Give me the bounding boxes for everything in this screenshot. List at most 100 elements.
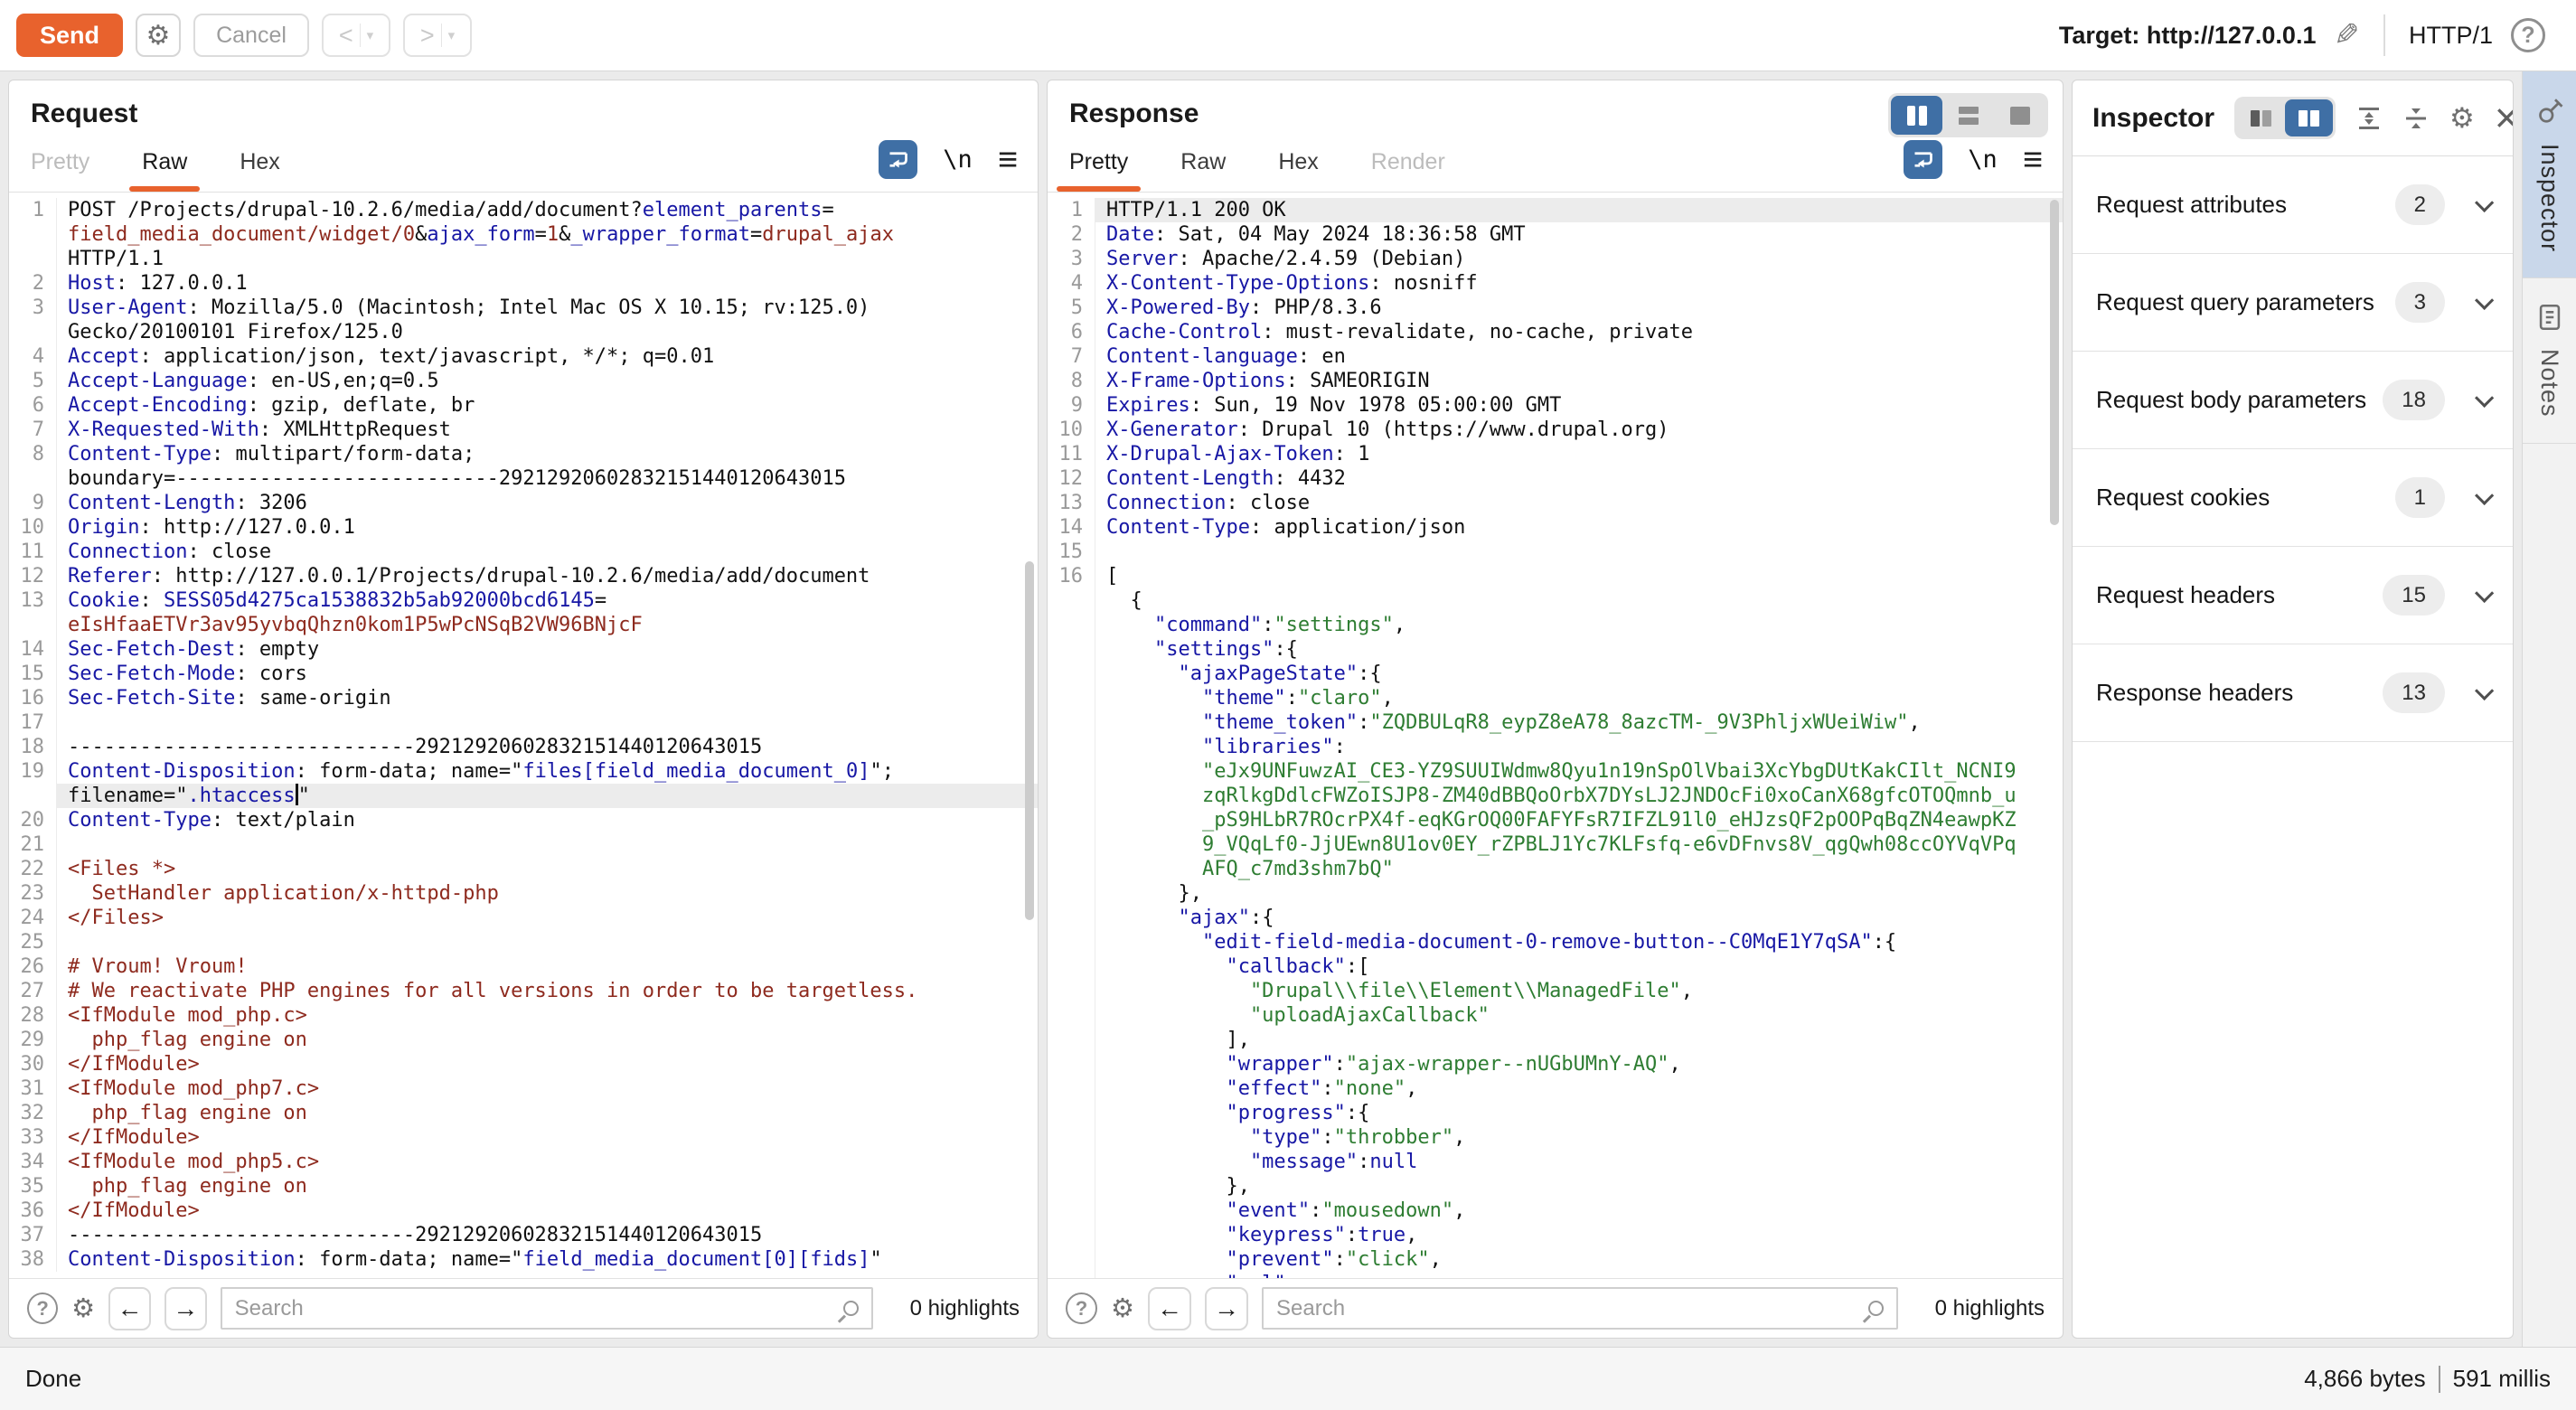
history-forward-button[interactable]: > ▾: [403, 14, 472, 57]
inspector-section-response-headers[interactable]: Response headers 13: [2073, 644, 2513, 742]
find-next-button[interactable]: →: [1205, 1287, 1248, 1330]
editor-line[interactable]: 23 SetHandler application/x-httpd-php: [9, 881, 1038, 906]
tab-render[interactable]: Render: [1371, 142, 1445, 192]
editor-line[interactable]: "eJx9UNFuwzAI_CE3-YZ9SUUIWdmw8Qyu1n19nSp…: [1048, 759, 2063, 784]
editor-line[interactable]: "edit-field-media-document-0-remove-butt…: [1048, 930, 2063, 954]
editor-line[interactable]: 28<IfModule mod_php.c>: [9, 1003, 1038, 1028]
editor-line[interactable]: 16Sec-Fetch-Site: same-origin: [9, 686, 1038, 710]
editor-line[interactable]: 12Referer: http://127.0.0.1/Projects/dru…: [9, 564, 1038, 588]
editor-line[interactable]: "Drupal\\file\\Element\\ManagedFile",: [1048, 979, 2063, 1003]
tab-pretty[interactable]: Pretty: [1069, 142, 1128, 192]
send-settings-button[interactable]: ⚙: [136, 14, 181, 57]
editor-line[interactable]: 8Content-Type: multipart/form-data;: [9, 442, 1038, 466]
chevron-down-icon[interactable]: [2475, 193, 2494, 212]
editor-line[interactable]: zqRlkgDdlcFWZoISJP8-ZM40dBBQoOrbX7DYsLJ2…: [1048, 784, 2063, 808]
editor-line[interactable]: 33</IfModule>: [9, 1125, 1038, 1150]
history-back-button[interactable]: < ▾: [322, 14, 390, 57]
search-help-icon[interactable]: ?: [27, 1292, 58, 1324]
editor-line[interactable]: 6Cache-Control: must-revalidate, no-cach…: [1048, 320, 2063, 344]
editor-line[interactable]: 11Connection: close: [9, 540, 1038, 564]
editor-line[interactable]: 1POST /Projects/drupal-10.2.6/media/add/…: [9, 198, 1038, 222]
cancel-button[interactable]: Cancel: [193, 14, 309, 57]
dock-right-button[interactable]: [2285, 99, 2333, 136]
editor-line[interactable]: 25: [9, 930, 1038, 954]
editor-line[interactable]: 26# Vroum! Vroum!: [9, 954, 1038, 979]
search-settings-icon[interactable]: ⚙: [71, 1292, 95, 1324]
editor-line[interactable]: AFQ_c7md3shm7bQ": [1048, 857, 2063, 881]
editor-line[interactable]: 19Content-Disposition: form-data; name="…: [9, 759, 1038, 784]
editor-line[interactable]: HTTP/1.1: [9, 247, 1038, 271]
tab-hex[interactable]: Hex: [240, 142, 279, 192]
search-settings-icon[interactable]: ⚙: [1111, 1292, 1134, 1324]
editor-line[interactable]: boundary=---------------------------2921…: [9, 466, 1038, 491]
editor-line[interactable]: 3User-Agent: Mozilla/5.0 (Macintosh; Int…: [9, 296, 1038, 320]
editor-line[interactable]: 9Expires: Sun, 19 Nov 1978 05:00:00 GMT: [1048, 393, 2063, 418]
editor-line[interactable]: 16[: [1048, 564, 2063, 588]
search-input[interactable]: [235, 1296, 834, 1321]
scrollbar-thumb[interactable]: [1025, 561, 1034, 919]
editor-line[interactable]: Gecko/20100101 Firefox/125.0: [9, 320, 1038, 344]
inspector-section-request-cookies[interactable]: Request cookies 1: [2073, 449, 2513, 547]
editor-line[interactable]: 10X-Generator: Drupal 10 (https://www.dr…: [1048, 418, 2063, 442]
show-newlines-icon[interactable]: \n: [1968, 146, 1998, 174]
editor-line[interactable]: 37-----------------------------292129206…: [9, 1223, 1038, 1247]
show-newlines-icon[interactable]: \n: [943, 146, 973, 174]
editor-line[interactable]: 34<IfModule mod_php5.c>: [9, 1150, 1038, 1174]
editor-line[interactable]: 30</IfModule>: [9, 1052, 1038, 1076]
editor-line[interactable]: 22<Files *>: [9, 857, 1038, 881]
chevron-down-icon[interactable]: [2475, 486, 2494, 505]
editor-line[interactable]: "libraries":: [1048, 735, 2063, 759]
editor-line[interactable]: "theme_token":"ZQDBULqR8_eypZ8eA78_8azcT…: [1048, 710, 2063, 735]
chevron-down-icon[interactable]: [2475, 682, 2494, 700]
find-previous-button[interactable]: ←: [108, 1287, 151, 1330]
editor-line[interactable]: "settings":{: [1048, 637, 2063, 662]
editor-line[interactable]: 15Sec-Fetch-Mode: cors: [9, 662, 1038, 686]
inspector-section-request-headers[interactable]: Request headers 15: [2073, 547, 2513, 644]
find-next-button[interactable]: →: [165, 1287, 207, 1330]
request-editor[interactable]: 1POST /Projects/drupal-10.2.6/media/add/…: [9, 192, 1038, 1278]
editor-line[interactable]: 2Date: Sat, 04 May 2024 18:36:58 GMT: [1048, 222, 2063, 247]
editor-line[interactable]: 18-----------------------------292129206…: [9, 735, 1038, 759]
editor-line[interactable]: 29 php_flag engine on: [9, 1028, 1038, 1052]
expand-all-button[interactable]: [2355, 105, 2383, 132]
editor-line[interactable]: 6Accept-Encoding: gzip, deflate, br: [9, 393, 1038, 418]
editor-line[interactable]: eIsHfaaETVr3av95yvbqQhzn0kom1P5wPcNSqB2V…: [9, 613, 1038, 637]
editor-line[interactable]: "callback":[: [1048, 954, 2063, 979]
layout-columns-button[interactable]: [1891, 96, 1942, 135]
response-editor[interactable]: 1HTTP/1.1 200 OK2Date: Sat, 04 May 2024 …: [1048, 192, 2063, 1278]
editor-line[interactable]: "event":"mousedown",: [1048, 1198, 2063, 1223]
chevron-down-icon[interactable]: [2475, 389, 2494, 408]
editor-line[interactable]: 4Accept: application/json, text/javascri…: [9, 344, 1038, 369]
editor-line[interactable]: 32 php_flag engine on: [9, 1101, 1038, 1125]
inspector-settings-button[interactable]: ⚙: [2449, 102, 2475, 135]
editor-line[interactable]: "command":"settings",: [1048, 613, 2063, 637]
editor-line[interactable]: 21: [9, 832, 1038, 857]
scrollbar-thumb[interactable]: [2050, 200, 2059, 525]
editor-line[interactable]: "message":null: [1048, 1150, 2063, 1174]
editor-line[interactable]: "url": [1048, 1272, 2063, 1278]
send-button[interactable]: Send: [16, 14, 123, 57]
editor-line[interactable]: 9Content-Length: 3206: [9, 491, 1038, 515]
editor-line[interactable]: 35 php_flag engine on: [9, 1174, 1038, 1198]
editor-line[interactable]: "ajax":{: [1048, 906, 2063, 930]
editor-line[interactable]: ],: [1048, 1028, 2063, 1052]
word-wrap-toggle[interactable]: [1904, 140, 1942, 179]
editor-line[interactable]: },: [1048, 881, 2063, 906]
editor-line[interactable]: "ajaxPageState":{: [1048, 662, 2063, 686]
editor-line[interactable]: 7X-Requested-With: XMLHttpRequest: [9, 418, 1038, 442]
help-icon[interactable]: ?: [2511, 18, 2545, 52]
editor-line[interactable]: _pS9HLbR7ROcrPX4f-eqKGrOQ00FAFYFsR7IFZL9…: [1048, 808, 2063, 832]
editor-line[interactable]: 36</IfModule>: [9, 1198, 1038, 1223]
sidebar-tab-inspector[interactable]: Inspector: [2523, 71, 2576, 278]
editor-line[interactable]: "type":"throbber",: [1048, 1125, 2063, 1150]
layout-single-button[interactable]: [1994, 96, 2045, 135]
editor-line[interactable]: {: [1048, 588, 2063, 613]
editor-line[interactable]: "effect":"none",: [1048, 1076, 2063, 1101]
editor-line[interactable]: 2Host: 127.0.0.1: [9, 271, 1038, 296]
inspector-section-request-attributes[interactable]: Request attributes 2: [2073, 156, 2513, 254]
search-help-icon[interactable]: ?: [1066, 1292, 1097, 1324]
editor-line[interactable]: 14Content-Type: application/json: [1048, 515, 2063, 540]
search-input[interactable]: [1276, 1296, 1859, 1321]
editor-line[interactable]: 8X-Frame-Options: SAMEORIGIN: [1048, 369, 2063, 393]
editor-line[interactable]: 10Origin: http://127.0.0.1: [9, 515, 1038, 540]
